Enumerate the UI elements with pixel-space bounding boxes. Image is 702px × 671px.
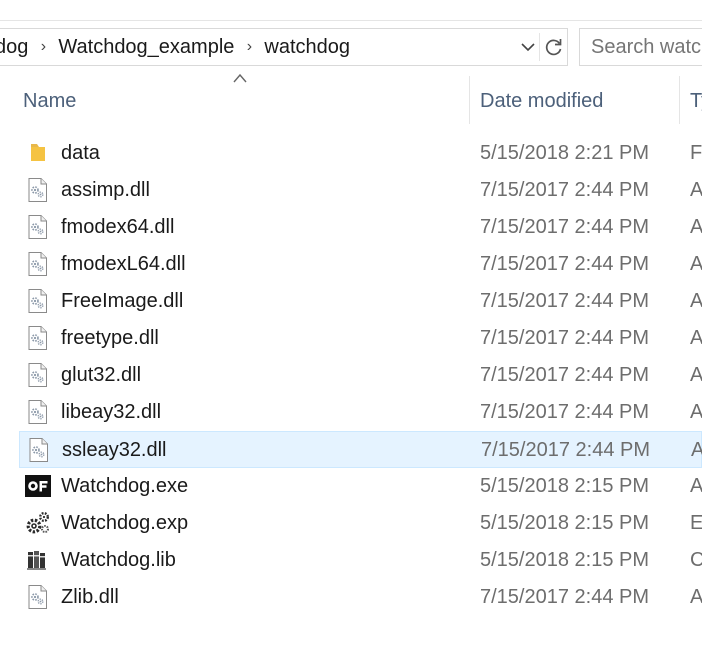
folder-icon <box>25 140 51 166</box>
file-type: E <box>690 512 702 534</box>
file-type: A <box>690 179 702 201</box>
address-bar[interactable]: dog › Watchdog_example › watchdog <box>0 28 568 66</box>
file-type: A <box>691 439 702 461</box>
file-type: A <box>690 475 702 497</box>
file-row[interactable]: Zlib.dll 7/15/2017 2:44 PM A <box>19 579 702 616</box>
breadcrumb: dog › Watchdog_example › watchdog <box>0 29 350 65</box>
file-row[interactable]: assimp.dll 7/15/2017 2:44 PM A <box>19 172 702 209</box>
file-date-modified: 5/15/2018 2:15 PM <box>480 475 650 497</box>
file-name: Zlib.dll <box>61 586 119 608</box>
lib-file-books-icon <box>25 547 51 573</box>
file-row[interactable]: data 5/15/2018 2:21 PM Fi <box>19 135 702 172</box>
dll-file-icon <box>25 288 51 314</box>
file-row[interactable]: libeay32.dll 7/15/2017 2:44 PM A <box>19 394 702 431</box>
file-date-modified: 5/15/2018 2:15 PM <box>480 512 650 534</box>
file-name: data <box>61 142 100 164</box>
file-type: A <box>690 401 702 423</box>
file-name: fmodexL64.dll <box>61 253 186 275</box>
file-date-modified: 7/15/2017 2:44 PM <box>480 179 650 201</box>
openframeworks-app-icon <box>25 473 51 499</box>
file-type: C <box>690 549 702 571</box>
file-name: glut32.dll <box>61 364 142 386</box>
column-header-name[interactable]: Name <box>23 76 76 124</box>
file-row[interactable]: FreeImage.dll 7/15/2017 2:44 PM A <box>19 283 702 320</box>
file-type: A <box>690 253 702 275</box>
breadcrumb-item-parent[interactable]: dog <box>0 36 28 59</box>
file-row[interactable]: Watchdog.exe 5/15/2018 2:15 PM A <box>19 468 702 505</box>
breadcrumb-separator-icon[interactable]: › <box>234 38 264 56</box>
file-type: A <box>690 364 702 386</box>
window-top-strip <box>0 0 702 21</box>
dll-file-icon <box>25 325 51 351</box>
refresh-icon <box>545 39 562 56</box>
dll-file-icon <box>25 251 51 277</box>
file-name: fmodex64.dll <box>61 216 175 238</box>
file-name: FreeImage.dll <box>61 290 184 312</box>
column-header-type[interactable]: Ty <box>690 76 702 124</box>
file-date-modified: 7/15/2017 2:44 PM <box>481 439 651 461</box>
chevron-down-icon <box>521 43 535 52</box>
file-date-modified: 7/15/2017 2:44 PM <box>480 216 650 238</box>
dll-file-icon <box>25 177 51 203</box>
exp-file-gears-icon <box>25 510 51 536</box>
column-header-date-modified[interactable]: Date modified <box>480 76 603 124</box>
file-name: libeay32.dll <box>61 401 162 423</box>
breadcrumb-separator-icon[interactable]: › <box>28 38 58 56</box>
address-history-dropdown[interactable] <box>517 35 539 59</box>
file-name: Watchdog.exp <box>61 512 189 534</box>
dll-file-icon <box>26 437 52 463</box>
file-name: freetype.dll <box>61 327 159 349</box>
dll-file-icon <box>25 584 51 610</box>
search-box[interactable] <box>579 28 702 66</box>
file-date-modified: 7/15/2017 2:44 PM <box>480 364 650 386</box>
file-row[interactable]: Watchdog.exp 5/15/2018 2:15 PM E <box>19 505 702 542</box>
file-type: Fi <box>690 142 702 164</box>
dll-file-icon <box>25 214 51 240</box>
file-row[interactable]: freetype.dll 7/15/2017 2:44 PM A <box>19 320 702 357</box>
search-input[interactable] <box>591 29 702 65</box>
file-row[interactable]: glut32.dll 7/15/2017 2:44 PM A <box>19 357 702 394</box>
file-date-modified: 7/15/2017 2:44 PM <box>480 401 650 423</box>
refresh-button[interactable] <box>539 33 568 61</box>
file-type: A <box>690 290 702 312</box>
file-date-modified: 7/15/2017 2:44 PM <box>480 586 650 608</box>
file-date-modified: 5/15/2018 2:15 PM <box>480 549 650 571</box>
column-header-row: Name Date modified Ty <box>0 76 702 124</box>
file-row[interactable]: fmodex64.dll 7/15/2017 2:44 PM A <box>19 209 702 246</box>
file-name: Watchdog.exe <box>61 475 189 497</box>
file-name: Watchdog.lib <box>61 549 176 571</box>
file-date-modified: 7/15/2017 2:44 PM <box>480 290 650 312</box>
file-type: A <box>690 216 702 238</box>
file-row[interactable]: Watchdog.lib 5/15/2018 2:15 PM C <box>19 542 702 579</box>
column-divider[interactable] <box>469 76 470 124</box>
file-row[interactable]: ssleay32.dll 7/15/2017 2:44 PM A <box>19 431 702 468</box>
file-name: assimp.dll <box>61 179 150 201</box>
dll-file-icon <box>25 362 51 388</box>
file-type: A <box>690 327 702 349</box>
file-type: A <box>690 586 702 608</box>
file-date-modified: 7/15/2017 2:44 PM <box>480 253 650 275</box>
breadcrumb-item-watchdog[interactable]: watchdog <box>264 36 350 59</box>
file-date-modified: 7/15/2017 2:44 PM <box>480 327 650 349</box>
file-name: ssleay32.dll <box>62 439 167 461</box>
file-row[interactable]: fmodexL64.dll 7/15/2017 2:44 PM A <box>19 246 702 283</box>
breadcrumb-item-watchdog-example[interactable]: Watchdog_example <box>58 36 234 59</box>
column-divider[interactable] <box>679 76 680 124</box>
file-date-modified: 5/15/2018 2:21 PM <box>480 142 650 164</box>
dll-file-icon <box>25 399 51 425</box>
